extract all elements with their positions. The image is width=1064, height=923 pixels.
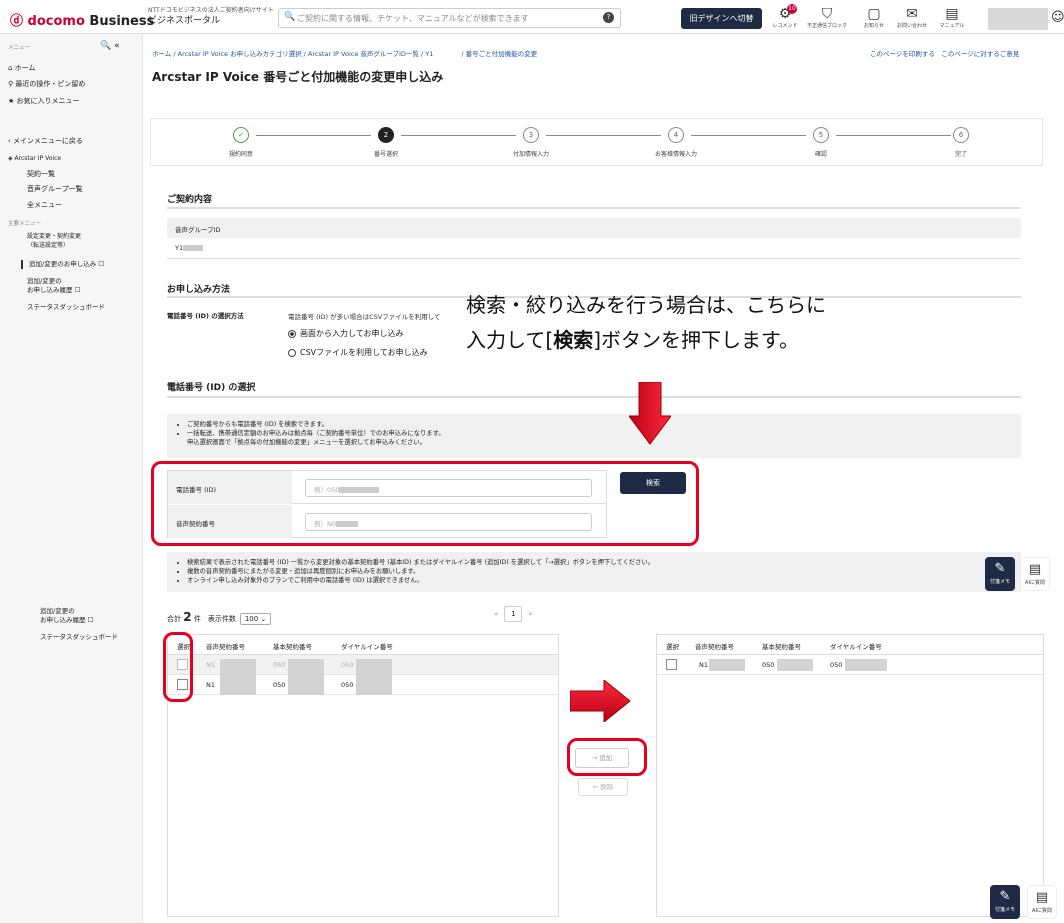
voice-group-id-label: 音声グループID xyxy=(167,218,1021,238)
sidebar-item-favorites[interactable]: ★ お気に入りメニュー xyxy=(8,97,80,106)
search-icon: 🔍 xyxy=(284,12,296,22)
top-links: このページを印刷する このページに対するご意見 xyxy=(870,48,1019,58)
mail-icon[interactable]: ✉ お問い合わせ xyxy=(890,6,934,29)
sidebar-item-dashboard[interactable]: ステータスダッシュボード xyxy=(27,303,105,312)
sidebar-item-recent[interactable]: ⚲ 最近の操作・ピン留め xyxy=(8,80,85,89)
shield-icon[interactable]: ⛉ 不正通信ブロック xyxy=(805,6,849,29)
sidebar-item-home[interactable]: ⌂ ホーム xyxy=(8,64,35,73)
instruction-callout: 検索・絞り込みを行う場合は、こちらに 入力して[検索]ボタンを押下します。 xyxy=(466,293,826,352)
callout-arrow-right xyxy=(570,680,631,722)
breadcrumb[interactable]: ホーム / Arcstar IP Voice お申し込みカテゴリ選択 / Arc… xyxy=(152,48,537,58)
sidebar-back-link[interactable]: ‹ メインメニューに戻る xyxy=(8,137,83,146)
sidebar-item-contracts[interactable]: 契約一覧 xyxy=(27,170,55,179)
sidebar-lower-history[interactable]: 追加/変更の xyxy=(40,607,75,616)
select-notes: ご契約番号からも電話番号 (ID) を検索できます。一括転送、携帯通信定額のお申… xyxy=(167,414,1021,458)
highlight-checkbox-column xyxy=(163,632,193,702)
step-6: 6 完了 xyxy=(931,127,991,158)
sidebar-item-add-change[interactable]: 追加/変更のお申し込み ☐ xyxy=(21,260,104,269)
sidebar-lower-dashboard[interactable]: ステータスダッシュボード xyxy=(40,633,118,642)
recommend-icon[interactable]: ⚙ 10 レコメンド xyxy=(763,4,807,29)
remove-button[interactable]: ← 削除 xyxy=(578,778,628,796)
global-search-input[interactable]: 🔍 ご契約に関する情報、チケット、マニュアルなどが検索できます? xyxy=(278,8,621,28)
step-1: ✓ 規約同意 xyxy=(211,127,271,158)
table-header: 選択 音声契約番号 基本契約番号 ダイヤルイン番号 xyxy=(168,635,558,655)
step-5: 5 確認 xyxy=(791,127,851,158)
page-title: Arcstar IP Voice 番号ごと付加機能の変更申し込み xyxy=(152,70,444,84)
sidebar-section-label: 主要メニュー xyxy=(8,221,42,227)
step-3: 3 付加情報入力 xyxy=(501,127,561,158)
method-label: 電話番号 (ID) の選択方法 xyxy=(167,312,244,320)
sidebar-search-icon[interactable]: 🔍 « xyxy=(100,42,120,51)
portal-title: NTTドコモビジネスの法人ご契約者向けサイト ビジネスポータル xyxy=(148,7,274,26)
sidebar: メニュー 🔍 « ⌂ ホーム ⚲ 最近の操作・ピン留め ★ お気に入りメニュー … xyxy=(0,34,143,923)
per-page-select[interactable]: 100 ⌄ xyxy=(239,613,272,625)
highlight-search-area xyxy=(151,461,699,546)
help-icon[interactable]: ? xyxy=(603,12,614,23)
sidebar-item-history-2: お申し込み履歴 ☐ xyxy=(27,286,81,294)
step-4: 4 お客様情報入力 xyxy=(646,127,706,158)
redaction xyxy=(709,659,745,671)
redaction xyxy=(777,659,813,671)
top-header: ⓓ docomo Business NTTドコモビジネスの法人ご契約者向けサイト… xyxy=(0,0,1064,34)
selected-table: 選択 音声契約番号 基本契約番号 ダイヤルイン番号 N1 050 050 xyxy=(656,634,1044,917)
radio-screen-input[interactable]: 画面から入力してお申し込み xyxy=(288,328,404,339)
sidebar-lower-history-2: お申し込み履歴 ☐ xyxy=(40,616,94,624)
callout-arrow-down xyxy=(629,382,671,445)
sidebar-menu-label: メニュー xyxy=(8,45,31,51)
method-heading: お申し込み方法 xyxy=(167,285,231,295)
select-heading: 電話番号 (ID) の選択 xyxy=(167,383,256,393)
contract-heading: ご契約内容 xyxy=(167,195,213,205)
sidebar-item-settings-sub: （転送設定等） xyxy=(27,242,70,249)
redaction xyxy=(845,659,887,671)
user-icon[interactable]: ☺ xyxy=(1051,10,1064,25)
selected-table-header: 選択 音声契約番号 基本契約番号 ダイヤルイン番号 xyxy=(657,635,1043,655)
sticky-memo-button[interactable]: ✎ 付箋メモ xyxy=(985,557,1015,591)
docomo-business-logo[interactable]: ⓓ docomo Business xyxy=(10,10,154,29)
progress-stepper: ✓ 規約同意 2 番号選択 3 付加情報入力 4 お客様情報入力 5 確認 6 完了 xyxy=(150,118,1043,166)
sidebar-item-history[interactable]: 追加/変更の xyxy=(27,277,62,286)
redaction xyxy=(220,659,256,695)
result-table: 選択 音声契約番号 基本契約番号 ダイヤルイン番号 N1 050 050 N1 050 050 xyxy=(167,634,559,917)
sticky-memo-button-bottom[interactable]: ✎ 付箋メモ xyxy=(990,885,1020,919)
sidebar-item-all-menu[interactable]: 全メニュー xyxy=(27,201,62,210)
ai-question-button[interactable]: ▤ AIに質問 xyxy=(1020,557,1050,591)
highlight-add-button xyxy=(567,738,647,776)
sidebar-item-voice-groups[interactable]: 音声グループ一覧 xyxy=(27,185,83,194)
ai-question-button-bottom[interactable]: ▤ AIに質問 xyxy=(1027,885,1057,919)
voice-group-id-value: Y1 xyxy=(167,238,1021,259)
page-button[interactable]: 1 xyxy=(504,606,523,622)
user-name-redacted[interactable] xyxy=(988,8,1048,30)
result-total: 合計 2 件 表示件数 100 ⌄ xyxy=(167,610,272,625)
result-notes: 検索結果で表示された電話番号 (ID) 一覧から変更対象の基本契約番号 (基本I… xyxy=(167,552,1021,592)
sidebar-product[interactable]: ◈ Arcstar IP Voice xyxy=(8,154,61,163)
redaction xyxy=(356,659,392,695)
method-description: 電話番号 (ID) が多い場合はCSVファイルを利用して xyxy=(288,313,441,321)
feedback-link[interactable]: このページに対するご意見 xyxy=(941,50,1019,58)
radio-csv-input[interactable]: CSVファイルを利用してお申し込み xyxy=(288,347,428,358)
redaction xyxy=(288,659,324,695)
selected-row-checkbox[interactable] xyxy=(666,659,677,670)
step-2: 2 番号選択 xyxy=(356,127,416,158)
manual-icon[interactable]: ▤ マニュアル xyxy=(930,6,974,29)
pagination: «1» xyxy=(494,606,533,622)
print-link[interactable]: このページを印刷する xyxy=(870,50,935,58)
old-design-button[interactable]: 旧デザインへ切替 xyxy=(681,8,762,29)
sidebar-item-settings[interactable]: 設定変更・契約変更 xyxy=(27,232,81,241)
